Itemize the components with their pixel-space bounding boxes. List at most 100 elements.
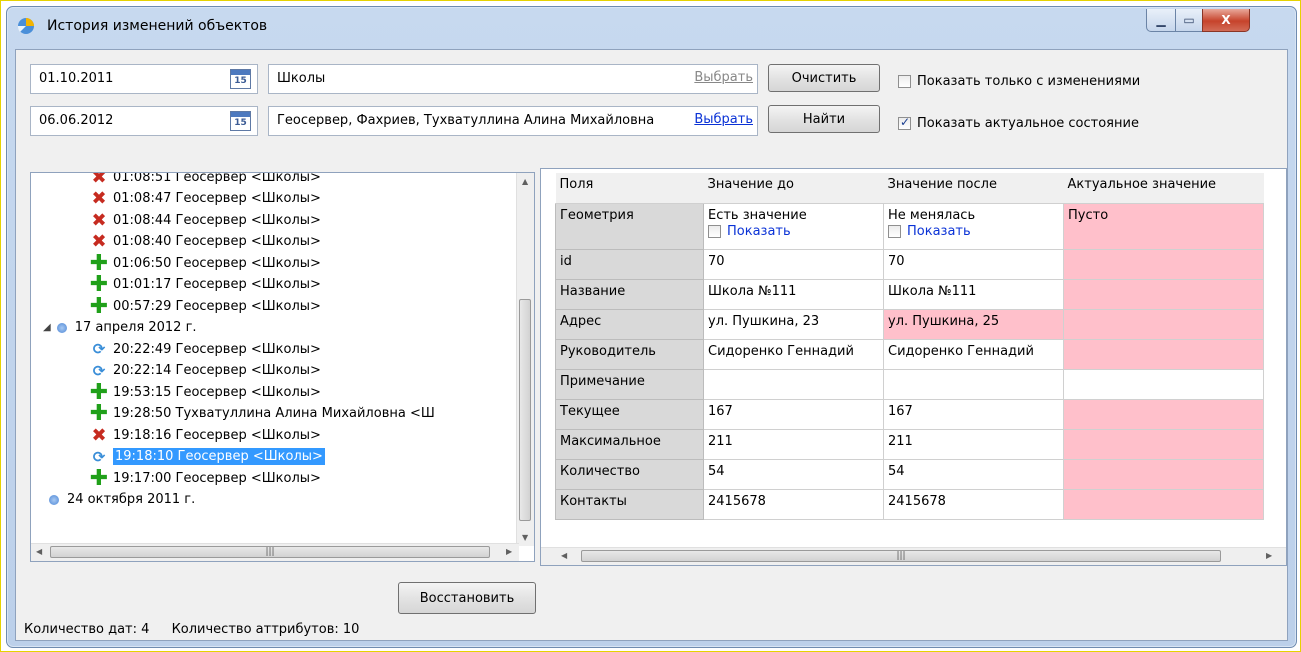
- attributes-grid[interactable]: Поля Значение до Значение после Актуальн…: [540, 168, 1287, 566]
- actual-cell[interactable]: Пусто: [1063, 202, 1264, 250]
- users-field[interactable]: Геосервер, Фахриев, Тухватуллина Алина М…: [268, 106, 758, 136]
- before-cell[interactable]: 167: [703, 398, 884, 430]
- minimize-button[interactable]: ▁: [1146, 9, 1176, 32]
- date-from-picker[interactable]: 01.10.2011 15: [30, 64, 258, 94]
- header-before[interactable]: Значение до: [703, 173, 884, 204]
- tree-change-item[interactable]: ⟳ 20:22:49 Геосервер <Школы>: [91, 339, 321, 359]
- history-tree[interactable]: ✖ 01:08:51 Геосервер <Школы> ✖ 01:08:47 Гео…: [30, 172, 535, 562]
- actual-cell[interactable]: [1063, 428, 1264, 460]
- after-cell[interactable]: ул. Пушкина, 25: [883, 308, 1064, 340]
- before-cell[interactable]: ул. Пушкина, 23: [703, 308, 884, 340]
- before-cell[interactable]: Есть значение Показать: [703, 202, 884, 250]
- field-cell[interactable]: Количество: [555, 458, 704, 490]
- maximize-button[interactable]: ▭: [1175, 9, 1203, 32]
- tree-change-item[interactable]: ✖ 01:08:47 Геосервер <Школы>: [91, 188, 320, 209]
- field-cell[interactable]: Контакты: [555, 488, 704, 520]
- after-cell[interactable]: Не менялась Показать: [883, 202, 1064, 250]
- scroll-right-icon[interactable]: ▶: [506, 547, 512, 556]
- actual-cell[interactable]: [1063, 308, 1264, 340]
- tree-change-item[interactable]: ⟳ 20:22:14 Геосервер <Школы>: [91, 361, 321, 381]
- field-cell[interactable]: Руководитель: [555, 338, 704, 370]
- only-changes-checkbox[interactable]: Показать только с изменениями: [898, 74, 1140, 89]
- show-geometry-checkbox[interactable]: [888, 224, 901, 238]
- grid-row[interactable]: Руководитель Сидоренко Геннадий Сидоренко …: [555, 338, 1264, 370]
- grid-horizontal-thumb[interactable]: |||: [581, 550, 1221, 562]
- tree-date-node[interactable]: ◢ 17 апреля 2012 г.: [43, 318, 197, 338]
- actual-cell[interactable]: [1063, 398, 1264, 430]
- tree-change-item[interactable]: ✚ 01:01:17 Геосервер <Школы>: [90, 272, 321, 297]
- grid-row[interactable]: Максимальное 211 211: [555, 428, 1264, 460]
- actual-cell[interactable]: [1063, 248, 1264, 280]
- scroll-up-icon[interactable]: ▲: [522, 177, 528, 186]
- date-to-picker[interactable]: 06.06.2012 15: [30, 106, 258, 136]
- before-cell[interactable]: [703, 368, 884, 400]
- before-cell[interactable]: Сидоренко Геннадий: [703, 338, 884, 370]
- tree-horizontal-thumb[interactable]: |||: [50, 546, 490, 558]
- find-button[interactable]: Найти: [768, 105, 880, 133]
- field-cell[interactable]: Геометрия: [555, 202, 704, 250]
- grid-row[interactable]: Количество 54 54: [555, 458, 1264, 490]
- after-cell[interactable]: 70: [883, 248, 1064, 280]
- actual-state-checkbox[interactable]: Показать актуальное состояние: [898, 115, 1139, 131]
- grid-row[interactable]: Геометрия Есть значение Показать Не менялас…: [555, 202, 1264, 250]
- layer-field[interactable]: Школы Выбрать: [268, 64, 758, 94]
- header-fields[interactable]: Поля: [555, 173, 704, 204]
- grid-horizontal-scrollbar[interactable]: ◀ ||| ▶: [541, 547, 1286, 565]
- after-cell[interactable]: 54: [883, 458, 1064, 490]
- scroll-right-icon[interactable]: ▶: [1266, 551, 1272, 560]
- actual-cell[interactable]: [1063, 278, 1264, 310]
- before-cell[interactable]: 2415678: [703, 488, 884, 520]
- tree-change-item[interactable]: ✖ 01:08:44 Геосервер <Школы>: [91, 210, 320, 231]
- title-bar[interactable]: История изменений объектов ▁ ▭ X: [7, 7, 1296, 47]
- tree-change-item[interactable]: ✚ 19:17:00 Геосервер <Школы>: [90, 466, 321, 491]
- tree-date-node[interactable]: 24 октября 2011 г.: [43, 490, 195, 510]
- before-cell[interactable]: Школа №111: [703, 278, 884, 310]
- after-cell[interactable]: 167: [883, 398, 1064, 430]
- after-cell[interactable]: 211: [883, 428, 1064, 460]
- actual-cell[interactable]: [1063, 458, 1264, 490]
- only-changes-box[interactable]: [898, 75, 911, 88]
- calendar-icon[interactable]: 15: [230, 69, 251, 89]
- field-cell[interactable]: Название: [555, 278, 704, 310]
- tree-vertical-scrollbar[interactable]: ▲ ▼: [516, 173, 534, 546]
- tree-horizontal-scrollbar[interactable]: ◀ ||| ▶: [31, 543, 519, 561]
- grid-row[interactable]: Примечание: [555, 368, 1264, 400]
- users-select-link[interactable]: Выбрать: [692, 112, 753, 127]
- after-cell[interactable]: Школа №111: [883, 278, 1064, 310]
- field-cell[interactable]: Адрес: [555, 308, 704, 340]
- restore-button[interactable]: Восстановить: [398, 582, 536, 614]
- actual-state-box[interactable]: [898, 115, 911, 130]
- clear-button[interactable]: Очистить: [768, 64, 880, 92]
- scroll-left-icon[interactable]: ◀: [36, 547, 42, 556]
- before-cell[interactable]: 54: [703, 458, 884, 490]
- grid-row[interactable]: id 70 70: [555, 248, 1264, 280]
- scroll-down-icon[interactable]: ▼: [522, 533, 528, 542]
- actual-cell[interactable]: [1063, 338, 1264, 370]
- layer-select-link[interactable]: Выбрать: [692, 70, 753, 85]
- tree-change-item[interactable]: ✖ 19:18:16 Геосервер <Школы>: [91, 425, 320, 446]
- grid-row[interactable]: Текущее 167 167: [555, 398, 1264, 430]
- grid-row[interactable]: Адрес ул. Пушкина, 23 ул. Пушкина, 25: [555, 308, 1264, 340]
- before-cell[interactable]: 211: [703, 428, 884, 460]
- before-cell[interactable]: 70: [703, 248, 884, 280]
- tree-change-item[interactable]: ✚ 01:06:50 Геосервер <Школы>: [90, 251, 321, 276]
- show-geometry-toggle[interactable]: Показать: [888, 224, 1059, 239]
- after-cell[interactable]: [883, 368, 1064, 400]
- field-cell[interactable]: Примечание: [555, 368, 704, 400]
- scroll-left-icon[interactable]: ◀: [561, 551, 567, 560]
- header-actual[interactable]: Актуальное значение: [1063, 173, 1264, 204]
- after-cell[interactable]: Сидоренко Геннадий: [883, 338, 1064, 370]
- tree-change-item[interactable]: ✖ 01:08:40 Геосервер <Школы>: [91, 231, 320, 252]
- field-cell[interactable]: Текущее: [555, 398, 704, 430]
- after-cell[interactable]: 2415678: [883, 488, 1064, 520]
- tree-change-item[interactable]: ✖ 01:08:51 Геосервер <Школы>: [91, 173, 320, 188]
- tree-change-item[interactable]: ✚ 19:53:15 Геосервер <Школы>: [90, 380, 321, 405]
- show-geometry-checkbox[interactable]: [708, 224, 721, 238]
- tree-change-item[interactable]: ✚ 19:28:50 Тухватуллина Алина Михайловна …: [90, 401, 435, 426]
- tree-change-item[interactable]: ⟳ 19:18:10 Геосервер <Школы>: [91, 447, 325, 467]
- calendar-icon[interactable]: 15: [230, 111, 251, 131]
- close-button[interactable]: X: [1202, 9, 1250, 32]
- tree-vertical-thumb[interactable]: [519, 299, 531, 521]
- actual-cell[interactable]: [1063, 488, 1264, 520]
- tree-change-item[interactable]: ✚ 00:57:29 Геосервер <Школы>: [90, 294, 321, 319]
